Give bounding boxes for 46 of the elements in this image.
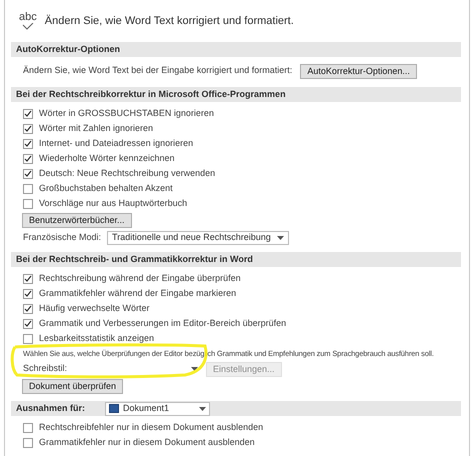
checkbox[interactable]: [23, 154, 33, 164]
checkbox[interactable]: [23, 184, 33, 194]
checkbox[interactable]: [23, 334, 33, 344]
checkbox-label: Großbuchstaben behalten Akzent: [39, 182, 173, 195]
dropdown-value: Dokument1: [123, 402, 170, 415]
checkbox[interactable]: [23, 168, 33, 178]
checkbox-label: Wiederholte Wörter kennzeichnen: [39, 152, 175, 165]
checkbox[interactable]: [23, 108, 33, 118]
checkbox-label: Lesbarkeitsstatistik anzeigen: [39, 332, 154, 345]
section-heading: Ausnahmen für:: [16, 402, 86, 415]
page-title: Ändern Sie, wie Word Text korrigiert und formatiert.: [44, 14, 294, 29]
autocorrect-options-button[interactable]: AutoKorrektur-Optionen...: [300, 64, 417, 78]
section-heading: AutoKorrektur-Optionen: [16, 42, 120, 56]
description-text: Ändern Sie, wie Word Text bei der Eingabe korrigiert und formatiert:: [23, 64, 292, 78]
checkbox-label: Rechtschreibung während der Eingabe überprüfen: [39, 272, 241, 285]
caret-icon: [276, 236, 284, 240]
checkbox-label: Deutsch: Neue Rechtschreibung verwenden: [39, 166, 216, 180]
caret-icon: [191, 367, 198, 371]
caret-icon: [199, 406, 206, 410]
section-heading: Bei der Rechtschreib- und Grammatikkorrektur in Word: [16, 252, 253, 266]
field-label: Französische Modi:: [23, 230, 102, 244]
checkbox-label: Internet- und Dateiadressen ignorieren: [39, 136, 194, 150]
dropdown-value: Traditionelle und neue Rechtschreibung: [112, 230, 271, 244]
dialog-button[interactable]: Benutzerwörterbücher...: [22, 212, 132, 228]
document-dropdown[interactable]: Dokument1: [105, 402, 210, 416]
checkbox[interactable]: [23, 422, 33, 432]
dialog-button[interactable]: Dokument überprüfen: [22, 378, 124, 394]
checkbox[interactable]: [23, 318, 33, 328]
checkbox[interactable]: [23, 274, 33, 284]
checkbox[interactable]: [23, 198, 33, 208]
checkbox-label: Grammatikfehler nur in diesem Dokument ausblenden: [39, 436, 255, 449]
checkbox[interactable]: [23, 288, 33, 298]
checkbox[interactable]: [23, 124, 33, 134]
word-document-icon: [109, 404, 120, 413]
checkbox-label: Wörter in GROSSBUCHSTABEN ignorieren: [39, 106, 214, 120]
checkbox-label: Wörter mit Zahlen ignorieren: [39, 122, 154, 135]
checkbox-label: Grammatikfehler während der Eingabe markieren: [39, 286, 236, 300]
checkbox-label: Häufig verwechselte Wörter: [39, 302, 150, 315]
checkbox[interactable]: [23, 138, 33, 148]
mode-dropdown[interactable]: Traditionelle und neue Rechtschreibung: [107, 230, 289, 244]
checkbox-label: Grammatik und Verbesserungen im Editor-Bereich überprüfen: [39, 316, 286, 330]
checkbox-label: Vorschläge nur aus Hauptwörterbuch: [39, 196, 188, 210]
section-heading: Bei der Rechtschreibkorrektur in Microsoft Office-Programmen: [16, 88, 286, 101]
checkbox[interactable]: [23, 438, 33, 448]
checkbox[interactable]: [23, 304, 33, 314]
checkbox-label: Rechtschreibfehler nur in diesem Dokument ausblenden: [39, 420, 264, 434]
